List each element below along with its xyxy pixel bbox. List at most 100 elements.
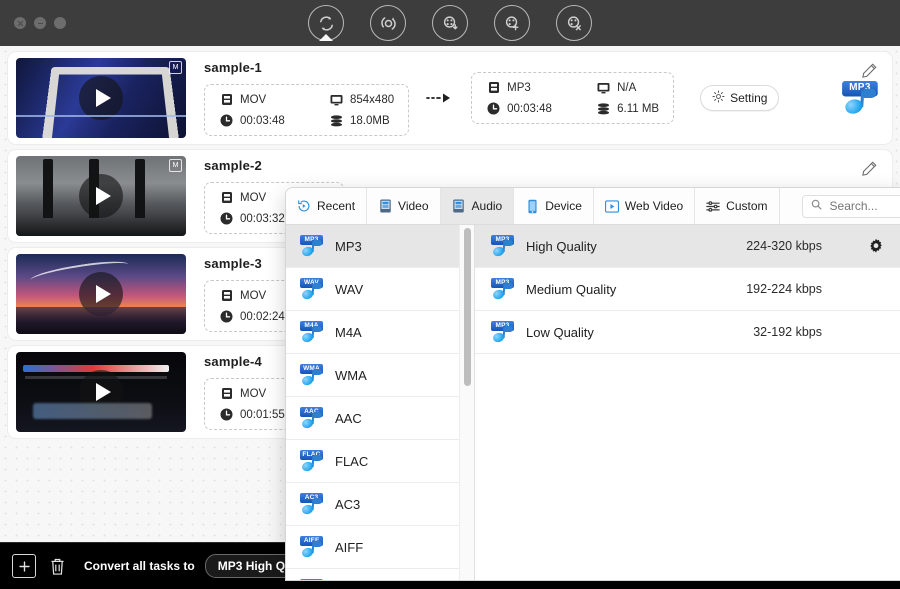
setting-button-wrap: Setting bbox=[700, 85, 779, 111]
database-icon bbox=[596, 101, 611, 116]
source-duration-value: 00:01:55 bbox=[240, 409, 285, 421]
play-icon[interactable] bbox=[79, 76, 123, 120]
display-icon bbox=[596, 80, 611, 95]
format-search[interactable] bbox=[802, 195, 900, 218]
tab-audio-label: Audio bbox=[472, 199, 503, 213]
audio-icon bbox=[452, 199, 466, 213]
target-format-badge[interactable]: MP3 bbox=[839, 87, 865, 109]
gear-icon[interactable] bbox=[867, 238, 884, 255]
source-resolution-value: 854x480 bbox=[350, 94, 394, 106]
toolbar-active-caret bbox=[319, 34, 333, 41]
toolbar-button-merge[interactable] bbox=[494, 5, 530, 41]
toolbar-button-convert[interactable] bbox=[308, 5, 344, 41]
task-row[interactable]: M sample-1 MOV bbox=[8, 52, 892, 144]
target-resolution-value: N/A bbox=[617, 82, 636, 94]
format-item-ac3[interactable]: AC3 AC3 bbox=[286, 483, 474, 526]
setting-button[interactable]: Setting bbox=[700, 85, 779, 111]
video-thumbnail[interactable] bbox=[16, 254, 186, 334]
target-duration-value: 00:03:48 bbox=[507, 103, 552, 115]
source-duration-value: 00:03:32 bbox=[240, 213, 285, 225]
quality-item-high[interactable]: MP3 High Quality 224-320 kbps bbox=[475, 225, 900, 268]
clock-icon bbox=[219, 309, 234, 324]
database-icon bbox=[329, 113, 344, 128]
minimize-icon[interactable] bbox=[34, 17, 46, 29]
format-item-wav[interactable]: WAV WAV bbox=[286, 268, 474, 311]
quality-item-label: Medium Quality bbox=[526, 282, 735, 297]
play-icon[interactable] bbox=[79, 370, 123, 414]
format-item-wma[interactable]: WMA WMA bbox=[286, 354, 474, 397]
target-duration: 00:03:48 bbox=[486, 101, 596, 116]
edit-icon[interactable] bbox=[861, 160, 878, 182]
format-item-m4a[interactable]: M4A M4A bbox=[286, 311, 474, 354]
source-resolution: 854x480 bbox=[329, 92, 394, 107]
tab-audio[interactable]: Audio bbox=[441, 188, 515, 224]
source-format-value: MOV bbox=[240, 388, 266, 400]
quality-item-low[interactable]: MP3 Low Quality 32-192 kbps bbox=[475, 311, 900, 354]
play-icon[interactable] bbox=[79, 272, 123, 316]
quality-item-bitrate: 32-192 kbps bbox=[753, 325, 822, 339]
add-files-button[interactable] bbox=[12, 554, 36, 578]
format-item-aac[interactable]: AAC AAC bbox=[286, 397, 474, 440]
delete-all-button[interactable] bbox=[46, 554, 68, 578]
device-icon bbox=[525, 199, 539, 213]
source-format-value: MOV bbox=[240, 192, 266, 204]
aac-note-icon: AAC bbox=[298, 407, 324, 429]
tab-device-label: Device bbox=[545, 199, 582, 213]
clock-icon bbox=[219, 113, 234, 128]
convert-all-label: Convert all tasks to bbox=[84, 559, 195, 573]
tabs-spacer bbox=[780, 188, 802, 224]
clock-icon bbox=[219, 211, 234, 226]
close-icon[interactable] bbox=[14, 17, 26, 29]
wav-note-icon: WAV bbox=[298, 278, 324, 300]
mp3-note-icon: MP3 bbox=[489, 235, 515, 257]
tab-custom-label: Custom bbox=[726, 199, 767, 213]
format-item-flac[interactable]: FLAC FLAC bbox=[286, 440, 474, 483]
quality-list[interactable]: MP3 High Quality 224-320 kbps MP3 bbox=[475, 225, 900, 580]
format-item-m4b[interactable]: M4B M4B bbox=[286, 569, 474, 580]
file-icon bbox=[486, 80, 501, 95]
tab-recent[interactable]: Recent bbox=[286, 188, 367, 224]
video-icon bbox=[378, 199, 392, 213]
format-item-label: AIFF bbox=[335, 540, 363, 555]
tab-video-label: Video bbox=[398, 199, 428, 213]
wma-note-icon: WMA bbox=[298, 364, 324, 386]
quality-item-medium[interactable]: MP3 Medium Quality 192-224 kbps bbox=[475, 268, 900, 311]
file-icon bbox=[219, 190, 234, 205]
toolbar-button-download[interactable] bbox=[432, 5, 468, 41]
video-thumbnail[interactable]: M bbox=[16, 156, 186, 236]
format-list[interactable]: MP3 MP3 WAV WAV M4A bbox=[286, 225, 475, 580]
format-item-mp3[interactable]: MP3 MP3 bbox=[286, 225, 474, 268]
quality-item-label: Low Quality bbox=[526, 325, 742, 340]
tab-custom[interactable]: Custom bbox=[695, 188, 779, 224]
format-item-label: MP3 bbox=[335, 239, 362, 254]
scrollbar-thumb[interactable] bbox=[464, 228, 471, 386]
gear-placeholder bbox=[867, 324, 884, 341]
target-size: 6.11 MB bbox=[596, 101, 659, 116]
video-thumbnail[interactable] bbox=[16, 352, 186, 432]
edit-icon[interactable] bbox=[861, 62, 878, 84]
source-duration-value: 00:02:24 bbox=[240, 311, 285, 323]
video-thumbnail[interactable]: M bbox=[16, 58, 186, 138]
format-item-label: WAV bbox=[335, 282, 363, 297]
target-size-value: 6.11 MB bbox=[617, 103, 659, 115]
format-popover[interactable]: Recent Video Audio Device bbox=[286, 188, 900, 580]
format-list-scrollbar[interactable] bbox=[459, 225, 474, 580]
toolbar-button-compress[interactable] bbox=[556, 5, 592, 41]
tab-video[interactable]: Video bbox=[367, 188, 440, 224]
tab-web-video[interactable]: Web Video bbox=[594, 188, 695, 224]
quality-item-label: High Quality bbox=[526, 239, 735, 254]
source-duration: 00:03:48 bbox=[219, 113, 329, 128]
target-resolution: N/A bbox=[596, 80, 636, 95]
custom-icon bbox=[706, 199, 720, 213]
play-icon[interactable] bbox=[79, 174, 123, 218]
source-format: MOV bbox=[219, 92, 329, 107]
task-target-info: MP3 N/A bbox=[471, 72, 674, 124]
clock-icon bbox=[486, 101, 501, 116]
tab-device[interactable]: Device bbox=[514, 188, 594, 224]
format-item-aiff[interactable]: AIFF AIFF bbox=[286, 526, 474, 569]
search-input[interactable] bbox=[828, 198, 900, 214]
recent-icon bbox=[297, 199, 311, 213]
toolbar-button-toolbox[interactable] bbox=[370, 5, 406, 41]
zoom-icon[interactable] bbox=[54, 17, 66, 29]
search-icon bbox=[811, 197, 822, 215]
